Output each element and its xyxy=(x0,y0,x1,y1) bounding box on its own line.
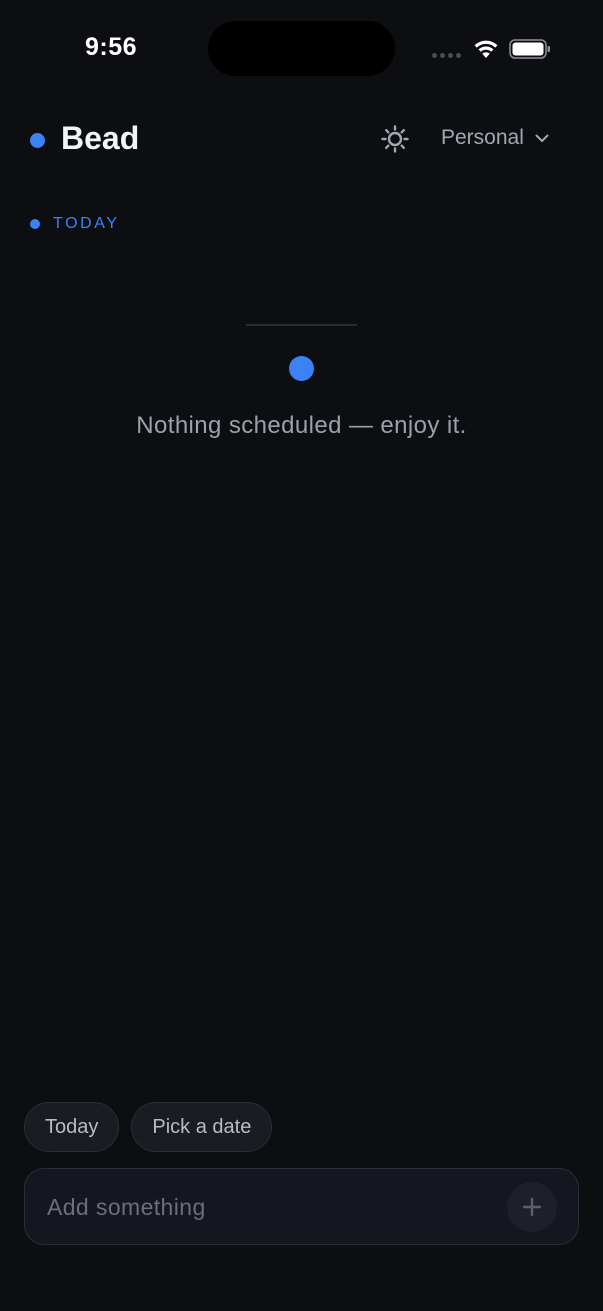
empty-state-message: Nothing scheduled — enjoy it. xyxy=(136,412,467,439)
add-item-input[interactable] xyxy=(45,1169,509,1246)
composer xyxy=(24,1168,579,1246)
battery-icon xyxy=(509,39,551,64)
wifi-icon xyxy=(472,38,500,65)
app-title: Bead xyxy=(61,120,140,156)
section-dot xyxy=(30,219,40,229)
theme-toggle-button[interactable] xyxy=(378,122,412,156)
empty-state-divider xyxy=(246,324,357,326)
app-header: Bead Personal xyxy=(0,112,603,168)
chevron-down-icon xyxy=(535,134,549,142)
pick-date-chip[interactable]: Pick a date xyxy=(131,1102,273,1152)
section-heading: TODAY xyxy=(30,215,120,233)
add-button[interactable] xyxy=(507,1182,557,1232)
profile-select[interactable]: Personal xyxy=(441,126,550,150)
section-title: TODAY xyxy=(53,215,120,232)
brand-dot xyxy=(30,133,45,148)
status-time: 9:56 xyxy=(84,33,138,61)
sun-icon xyxy=(381,125,409,153)
dynamic-island xyxy=(208,21,395,76)
cellular-signal-icon xyxy=(432,53,461,58)
status-bar: 9:56 xyxy=(0,0,603,100)
profile-label: Personal xyxy=(441,126,524,149)
quick-date-chips: Today Pick a date xyxy=(24,1102,273,1152)
today-chip[interactable]: Today xyxy=(24,1102,120,1152)
plus-icon xyxy=(522,1197,542,1217)
empty-state-dot xyxy=(289,356,314,381)
